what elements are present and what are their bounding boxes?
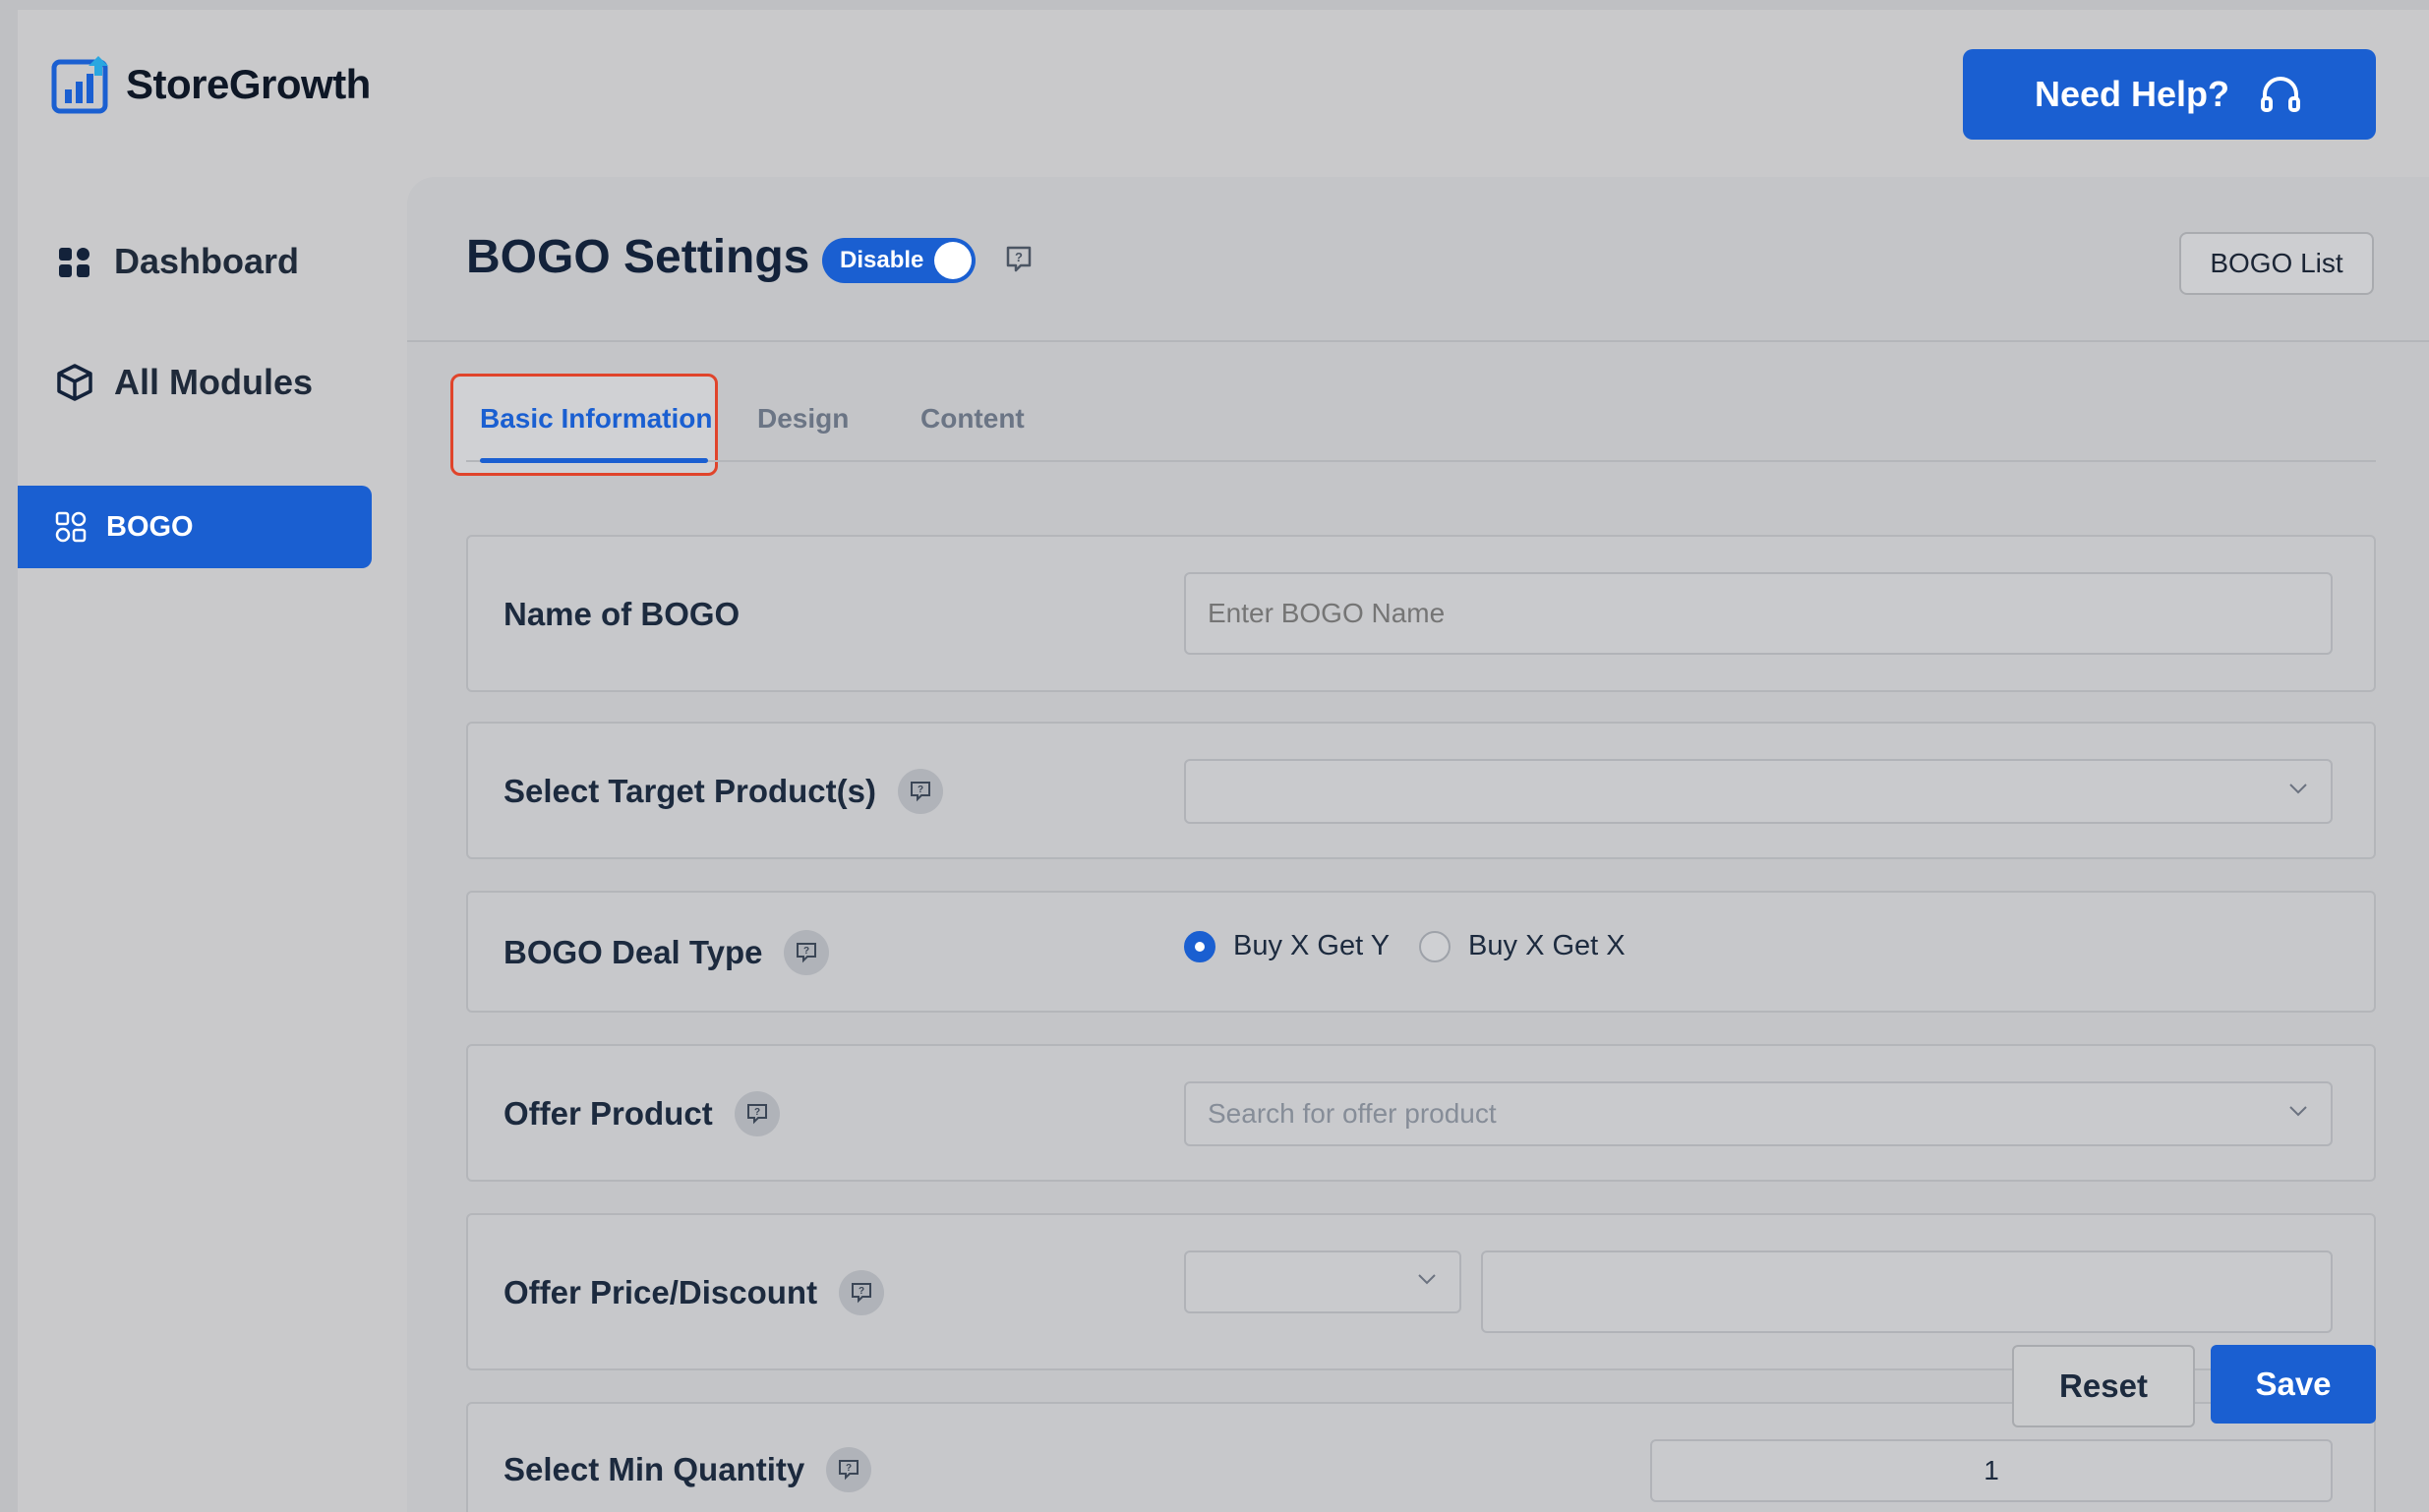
radio-buy-x-get-x[interactable]	[1419, 930, 1451, 962]
question-icon: ?	[797, 943, 817, 963]
enable-toggle[interactable]: Disable	[822, 238, 976, 283]
active-tab-indicator	[480, 458, 708, 463]
cube-icon	[57, 364, 92, 401]
grid-icon	[59, 248, 89, 277]
need-help-button[interactable]: Need Help?	[1963, 49, 2376, 140]
main-panel: BOGO Settings Disable ? BOGO List Basic …	[407, 177, 2429, 1512]
brand-logo[interactable]: StoreGrowth	[51, 54, 371, 115]
question-icon: ?	[910, 782, 930, 802]
tab-basic-information[interactable]: Basic Information	[480, 403, 712, 435]
sidebar-item-dashboard[interactable]: Dashboard	[55, 241, 299, 282]
form-row-name: Name of BOGO	[466, 535, 2376, 692]
help-icon[interactable]: ?	[839, 1270, 885, 1315]
help-icon[interactable]: ?	[1003, 244, 1035, 275]
target-products-select[interactable]	[1184, 759, 2333, 824]
svg-text:?: ?	[1015, 250, 1023, 264]
bar-chart-logo-icon	[51, 56, 108, 114]
field-label: BOGO Deal Type	[504, 934, 763, 970]
sidebar-item-label: Dashboard	[114, 241, 300, 281]
save-button[interactable]: Save	[2211, 1345, 2376, 1424]
sidebar-item-label: BOGO	[106, 510, 194, 543]
toggle-label: Disable	[840, 247, 924, 273]
min-quantity-input[interactable]: 1	[1650, 1439, 2333, 1502]
radio-label: Buy X Get X	[1468, 930, 1626, 961]
svg-text:?: ?	[754, 1107, 760, 1118]
field-label: Offer Price/Discount	[504, 1274, 818, 1310]
bogo-name-input[interactable]	[1184, 572, 2333, 655]
app-window: StoreGrowth Need Help? Dashboard All Mod…	[0, 0, 2429, 1512]
sidebar-item-bogo[interactable]: BOGO	[18, 486, 372, 568]
help-icon[interactable]: ?	[784, 930, 830, 975]
help-icon[interactable]: ?	[897, 769, 943, 814]
radio-buy-x-get-y[interactable]	[1184, 930, 1215, 962]
field-label: Select Min Quantity	[504, 1451, 805, 1487]
reset-button[interactable]: Reset	[2012, 1345, 2195, 1427]
window-left-edge	[0, 0, 18, 1512]
chevron-down-icon	[1418, 1274, 1436, 1285]
tab-design[interactable]: Design	[757, 403, 849, 435]
chevron-down-icon	[2289, 1106, 2307, 1117]
modules-icon	[55, 511, 87, 543]
svg-text:?: ?	[846, 1463, 852, 1474]
offer-product-placeholder: Search for offer product	[1208, 1098, 1497, 1129]
form-row-deal-type: BOGO Deal Type ? Buy X Get Y Buy X Get X	[466, 891, 2376, 1013]
field-label: Offer Product	[504, 1095, 713, 1132]
tab-content[interactable]: Content	[920, 403, 1025, 435]
form-row-target-products: Select Target Product(s) ?	[466, 722, 2376, 859]
page-header: BOGO Settings Disable ? BOGO List	[407, 177, 2429, 342]
field-label: Name of BOGO	[504, 596, 741, 632]
question-icon: ?	[746, 1104, 767, 1125]
field-label-wrap: Offer Price/Discount ?	[504, 1270, 885, 1315]
question-icon: ?	[839, 1460, 859, 1481]
offer-product-select[interactable]: Search for offer product	[1184, 1081, 2333, 1146]
field-label-wrap: Select Target Product(s) ?	[504, 769, 943, 814]
radio-label: Buy X Get Y	[1233, 930, 1391, 961]
svg-text:?: ?	[859, 1286, 864, 1297]
sidebar-item-all-modules[interactable]: All Modules	[55, 362, 313, 403]
window-top-edge	[0, 0, 2429, 10]
bogo-list-button[interactable]: BOGO List	[2179, 232, 2374, 295]
discount-amount-input[interactable]	[1481, 1250, 2333, 1333]
help-icon[interactable]: ?	[734, 1091, 780, 1136]
field-label-wrap: Select Min Quantity ?	[504, 1447, 872, 1492]
help-icon[interactable]: ?	[826, 1447, 872, 1492]
page-title: BOGO Settings	[466, 231, 810, 283]
headset-icon	[2261, 77, 2301, 112]
form-row-offer-product: Offer Product ? Search for offer product	[466, 1044, 2376, 1182]
field-label-wrap: Offer Product ?	[504, 1091, 780, 1136]
svg-text:?: ?	[918, 785, 923, 795]
need-help-label: Need Help?	[2034, 74, 2230, 114]
toggle-knob	[934, 242, 972, 279]
question-icon: ?	[852, 1283, 872, 1304]
sidebar-item-label: All Modules	[114, 362, 314, 402]
deal-type-radio-group: Buy X Get Y Buy X Get X	[1184, 930, 1655, 962]
svg-text:?: ?	[803, 946, 809, 957]
tab-bar: Basic Information Design Content	[466, 383, 2376, 463]
brand-name: StoreGrowth	[126, 61, 371, 107]
field-label: Select Target Product(s)	[504, 773, 876, 809]
discount-type-select[interactable]	[1184, 1250, 1461, 1313]
field-label-wrap: BOGO Deal Type ?	[504, 930, 830, 975]
chevron-down-icon	[2289, 784, 2307, 794]
